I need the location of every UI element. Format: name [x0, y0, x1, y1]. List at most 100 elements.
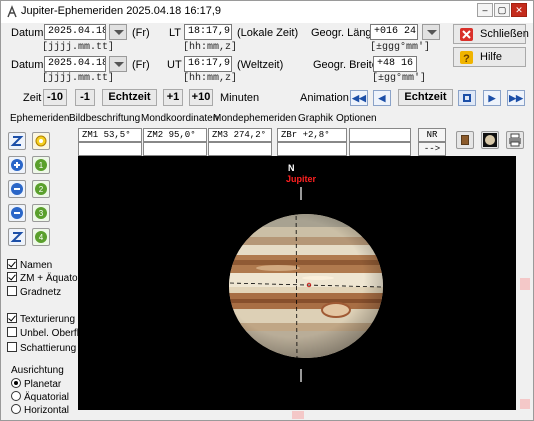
aquatorial-radio[interactable]: Äquatorial — [11, 391, 69, 403]
planet-view-button[interactable] — [481, 131, 499, 149]
anim-last-button[interactable]: ▶▶ — [507, 90, 525, 106]
echtzeit-button[interactable]: Echtzeit — [102, 89, 157, 106]
horizontal-radio-dot[interactable] — [11, 404, 21, 414]
zm-aquator-check[interactable] — [7, 272, 17, 282]
plus10-button[interactable]: +10 — [189, 89, 213, 106]
schattierung-check[interactable] — [7, 342, 17, 352]
longitude-dropdown[interactable] — [422, 24, 440, 40]
zoom-in-button[interactable] — [8, 156, 26, 174]
menu-mondkoordinaten[interactable]: Mondkoordinaten — [141, 113, 218, 124]
gradnetz-check[interactable] — [7, 286, 17, 296]
moon-3-icon: 3 — [35, 207, 47, 219]
date-dropdown-1[interactable] — [109, 24, 127, 40]
zoom-out-button[interactable] — [8, 180, 26, 198]
tool-rotate-button[interactable] — [8, 132, 26, 150]
svg-text:1: 1 — [39, 161, 44, 170]
unbel-check[interactable] — [7, 327, 17, 337]
close-button[interactable]: Schließen — [453, 24, 529, 44]
horizontal-radio[interactable]: Horizontal — [11, 404, 69, 416]
planet-view[interactable]: N Jupiter — [78, 156, 516, 410]
ut-format: [hh:mm,z] — [183, 73, 238, 84]
anim-prev-button[interactable]: ◀ — [373, 90, 391, 106]
book-button[interactable] — [456, 131, 474, 149]
latitude-input[interactable]: +48 16 — [373, 56, 417, 72]
planetar-label: Planetar — [24, 379, 62, 390]
help-question-icon: ? — [460, 51, 473, 64]
schattierung-label: Schattierung — [20, 343, 77, 354]
horizontal-label: Horizontal — [24, 405, 70, 416]
printer-icon — [509, 133, 521, 147]
help-button[interactable]: ? Hilfe — [453, 47, 526, 67]
moon-2-icon: 2 — [35, 183, 47, 195]
namen-checkbox[interactable]: Namen — [7, 259, 52, 271]
unbel-checkbox[interactable]: Unbel. Oberfl. — [7, 327, 82, 339]
date-format-2: [jjjj.mm.tt] — [42, 73, 115, 84]
moon-4-icon: 4 — [35, 231, 47, 243]
longitude-input[interactable]: +016 24 — [370, 24, 418, 40]
jupiter-render: N Jupiter — [229, 163, 383, 382]
menu-optionen[interactable]: Optionen — [336, 113, 377, 124]
anim-first-button[interactable]: ◀◀ — [350, 90, 368, 106]
aquatorial-radio-dot[interactable] — [11, 391, 21, 401]
menu-ephemeriden[interactable]: Ephemeriden — [10, 113, 69, 124]
horizontal-scrollbar[interactable] — [78, 410, 516, 420]
weekday-2: (Fr) — [132, 59, 150, 71]
minus1-button[interactable]: -1 — [75, 89, 95, 106]
scroll-thumb[interactable] — [520, 278, 530, 290]
moon-2-button[interactable]: 2 — [32, 180, 50, 198]
zm-aquator-checkbox[interactable]: ZM + Äquator — [7, 272, 81, 284]
zbr-cell: ZBr +2,8° — [277, 128, 347, 142]
nr-button[interactable]: NR — [418, 128, 446, 142]
lt-format: [hh:mm,z] — [183, 42, 238, 53]
planetar-radio-dot[interactable] — [11, 378, 21, 388]
arrow-button[interactable]: --> — [418, 142, 446, 156]
moon-3-button[interactable]: 3 — [32, 204, 50, 222]
planetar-radio[interactable]: Planetar — [11, 378, 61, 390]
anim-next-button[interactable]: ▶ — [483, 90, 501, 106]
empty-cell-2 — [78, 142, 142, 156]
zm3-cell: ZM3 274,2° — [208, 128, 272, 142]
plus1-button[interactable]: +1 — [163, 89, 183, 106]
help-button-label: Hilfe — [480, 51, 503, 63]
tool-flip-button[interactable] — [8, 228, 26, 246]
reset-zoom-button[interactable] — [8, 204, 26, 222]
north-label: N — [288, 163, 295, 173]
minus10-button[interactable]: -10 — [43, 89, 67, 106]
print-button[interactable] — [506, 131, 524, 149]
schattierung-checkbox[interactable]: Schattierung — [7, 342, 76, 354]
moon-4-button[interactable]: 4 — [32, 228, 50, 246]
menu-mondephemeriden[interactable]: Mondephemeriden — [213, 113, 296, 124]
title-app-name: Jupiter-Ephemeriden — [21, 5, 124, 17]
namen-label: Namen — [20, 260, 53, 271]
moon-1-button[interactable]: 1 — [32, 156, 50, 174]
close-window-button[interactable]: ✕ — [511, 3, 527, 17]
title-date: 2025.04.18 — [126, 5, 182, 17]
texturierung-checkbox[interactable]: Texturierung — [7, 313, 75, 325]
menu-graphik[interactable]: Graphik — [298, 113, 333, 124]
vertical-scrollbar[interactable] — [517, 156, 533, 410]
date-input-1[interactable]: 2025.04.18 — [44, 24, 106, 40]
anim-stop-button[interactable] — [458, 90, 476, 106]
date-dropdown-2[interactable] — [109, 56, 127, 72]
maximize-button[interactable]: ▢ — [494, 3, 510, 17]
namen-check[interactable] — [7, 259, 17, 269]
date-format-1: [jjjj.mm.tt] — [42, 42, 115, 53]
texturierung-check[interactable] — [7, 313, 17, 323]
menu-bildbeschriftung[interactable]: Bildbeschriftung — [69, 113, 140, 124]
h-scroll-thumb[interactable] — [292, 411, 304, 419]
gradnetz-checkbox[interactable]: Gradnetz — [7, 286, 61, 298]
minimize-button[interactable]: – — [477, 3, 493, 17]
title-bar: Jupiter-Ephemeriden 2025.04.18 16:17,9 –… — [1, 1, 533, 23]
unbel-label: Unbel. Oberfl. — [20, 328, 82, 339]
zm2-cell: ZM2 95,0° — [143, 128, 207, 142]
tool-sun-button[interactable] — [32, 132, 50, 150]
date-input-2[interactable]: 2025.04.18 — [44, 56, 106, 72]
lt-time-input[interactable]: 18:17,9 — [184, 24, 232, 40]
svg-text:2: 2 — [39, 185, 44, 194]
ut-time-input[interactable]: 16:17,9 — [184, 56, 232, 72]
latitude-label: Geogr. Breite — [313, 59, 378, 71]
plus-icon — [11, 159, 23, 171]
svg-text:?: ? — [463, 53, 470, 64]
anim-echtzeit-button[interactable]: Echtzeit — [398, 89, 453, 106]
zm1-cell: ZM1 53,5° — [78, 128, 142, 142]
